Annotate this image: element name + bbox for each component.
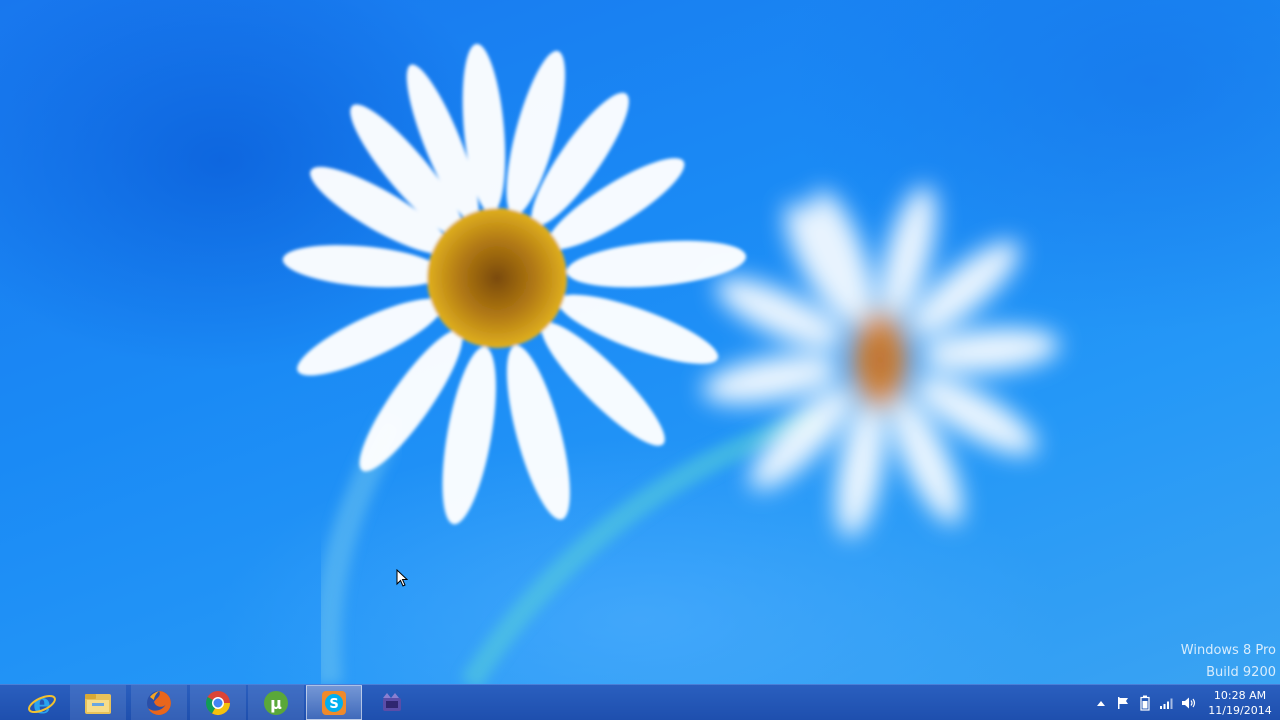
volume-icon [1182, 697, 1196, 708]
desktop[interactable]: Windows 8 Pro Build 9200 [0, 0, 1280, 684]
taskbar-chrome[interactable] [190, 685, 246, 720]
utorrent-icon: µ [264, 690, 288, 715]
daisy-wallpaper [282, 43, 1060, 684]
action-center-button[interactable] [1112, 692, 1134, 714]
taskbar-movie-maker[interactable] [364, 685, 420, 720]
taskbar-internet-explorer[interactable]: e [14, 685, 70, 720]
taskbar-clock[interactable]: 10:28 AM 11/19/2014 [1200, 688, 1280, 718]
svg-text:e: e [33, 688, 51, 718]
skype-icon: S [322, 690, 346, 715]
watermark-build: Build 9200 [1206, 665, 1276, 680]
battery-icon [1140, 695, 1150, 711]
firefox-icon [147, 690, 171, 715]
show-hidden-icons-button[interactable] [1090, 692, 1112, 714]
action-center-flag-icon [1118, 696, 1128, 709]
system-tray: 10:28 AM 11/19/2014 [1090, 685, 1280, 720]
svg-text:S: S [329, 697, 338, 712]
internet-explorer-icon: e [28, 688, 56, 718]
clock-date: 11/19/2014 [1208, 703, 1272, 717]
taskbar-file-explorer[interactable] [70, 685, 126, 720]
file-explorer-icon [85, 693, 111, 714]
taskbar-skype[interactable]: S [306, 685, 362, 720]
network-signal-icon [1160, 698, 1173, 709]
taskbar-utorrent[interactable]: µ [248, 685, 304, 720]
watermark-edition: Windows 8 Pro [1180, 643, 1276, 658]
volume-button[interactable] [1178, 692, 1200, 714]
windows-watermark: Windows 8 Pro Build 9200 [1181, 640, 1276, 684]
mouse-pointer-icon [396, 569, 408, 587]
show-hidden-icons-icon [1097, 700, 1105, 706]
battery-button[interactable] [1134, 692, 1156, 714]
svg-text:µ: µ [270, 694, 282, 713]
taskbar-firefox[interactable] [131, 685, 187, 720]
network-button[interactable] [1156, 692, 1178, 714]
clock-time: 10:28 AM [1213, 688, 1267, 702]
chrome-icon [205, 690, 230, 715]
movie-maker-icon [383, 692, 401, 711]
taskbar[interactable]: e µ S 10:28 AM 11/19/2014 [0, 684, 1280, 720]
